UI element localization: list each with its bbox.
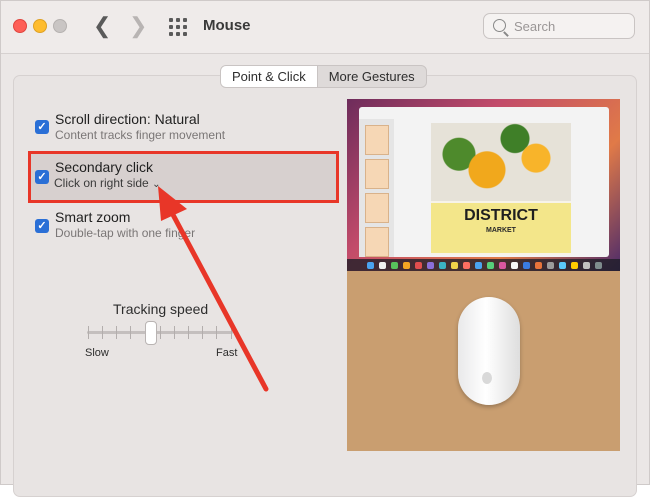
annotation-arrow — [158, 186, 269, 392]
mouse-preferences-window: ❮ ❯ Mouse Search Point & Click More Gest… — [0, 0, 650, 497]
